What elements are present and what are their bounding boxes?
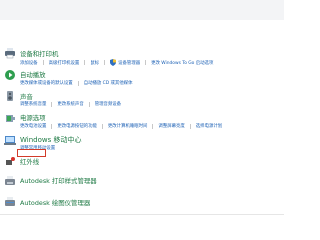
link-separator [51, 123, 53, 129]
section-links-devices: 添加设备 高级打印机设置 鼠标 设备管理器 更改 Windows To Go 启… [20, 59, 213, 66]
section-title-infrared[interactable]: 红外线 [20, 157, 39, 166]
link-change-power-button[interactable]: 更改电源按钮的功能 [57, 123, 97, 129]
control-panel-content: 设备和打印机 添加设备 高级打印机设置 鼠标 设备管理器 更改 Windows … [0, 20, 284, 215]
top-strip [0, 0, 284, 20]
link-separator [51, 101, 53, 107]
section-title-autoplay[interactable]: 自动播放 [20, 70, 46, 79]
link-autoplay-cd[interactable]: 自动播放 CD 或其他媒体 [84, 80, 133, 86]
infrared-icon[interactable] [4, 155, 16, 167]
link-change-sleep-time[interactable]: 更改计算机睡眠时间 [108, 123, 148, 129]
link-advanced-printer-settings[interactable]: 高级打印机设置 [49, 60, 80, 66]
autodesk-print-style-icon[interactable] [4, 175, 16, 187]
link-separator [104, 60, 106, 65]
link-separator [189, 123, 191, 129]
link-device-manager[interactable]: 设备管理器 [118, 60, 140, 66]
section-title-autodesk-print-style[interactable]: Autodesk 打印样式管理器 [20, 176, 97, 185]
speaker-icon[interactable] [4, 90, 16, 102]
section-links-autoplay: 更改媒体或设备的默认设置 自动播放 CD 或其他媒体 [20, 80, 132, 86]
highlight-box [17, 149, 46, 157]
power-options-icon[interactable] [4, 112, 16, 124]
link-separator [152, 123, 154, 129]
link-change-battery-settings[interactable]: 更改电池设置 [20, 123, 46, 129]
bottom-divider [0, 214, 284, 215]
printer-icon[interactable] [4, 47, 16, 59]
section-links-power: 更改电池设置 更改电源按钮的功能 更改计算机睡眠时间 调整屏幕亮度 选择电源计划 [20, 123, 222, 129]
section-links-sound: 调整系统音量 更改系统声音 管理音频设备 [20, 101, 121, 107]
link-choose-power-plan[interactable]: 选择电源计划 [196, 123, 222, 129]
link-separator [145, 60, 147, 65]
link-separator [77, 80, 79, 86]
section-title-mobility[interactable]: Windows 移动中心 [20, 135, 81, 145]
section-title-sound[interactable]: 声音 [20, 92, 33, 101]
link-manage-audio-devices[interactable]: 管理音频设备 [95, 101, 121, 107]
link-device-manager-wrap[interactable]: 设备管理器 [110, 59, 140, 66]
link-windows-to-go[interactable]: 更改 Windows To Go 启动选项 [151, 60, 213, 66]
autoplay-icon[interactable] [4, 69, 16, 81]
link-separator [84, 60, 86, 65]
link-separator [88, 101, 90, 107]
link-add-device[interactable]: 添加设备 [20, 60, 38, 66]
section-title-autodesk-plotter[interactable]: Autodesk 绘图仪管理器 [20, 198, 90, 207]
section-title-power[interactable]: 电源选项 [20, 113, 46, 122]
link-adjust-volume[interactable]: 调整系统音量 [20, 101, 46, 107]
autodesk-plotter-icon[interactable] [4, 196, 16, 208]
link-change-system-sounds[interactable]: 更改系统声音 [57, 101, 83, 107]
link-separator [42, 60, 44, 65]
link-mouse[interactable]: 鼠标 [90, 60, 99, 66]
section-title-devices[interactable]: 设备和打印机 [20, 49, 58, 58]
link-separator [101, 123, 103, 129]
uac-shield-icon [110, 59, 117, 66]
link-change-media-defaults[interactable]: 更改媒体或设备的默认设置 [20, 80, 73, 86]
link-adjust-brightness[interactable]: 调整屏幕亮度 [158, 123, 184, 129]
mobility-center-icon[interactable] [4, 134, 16, 146]
